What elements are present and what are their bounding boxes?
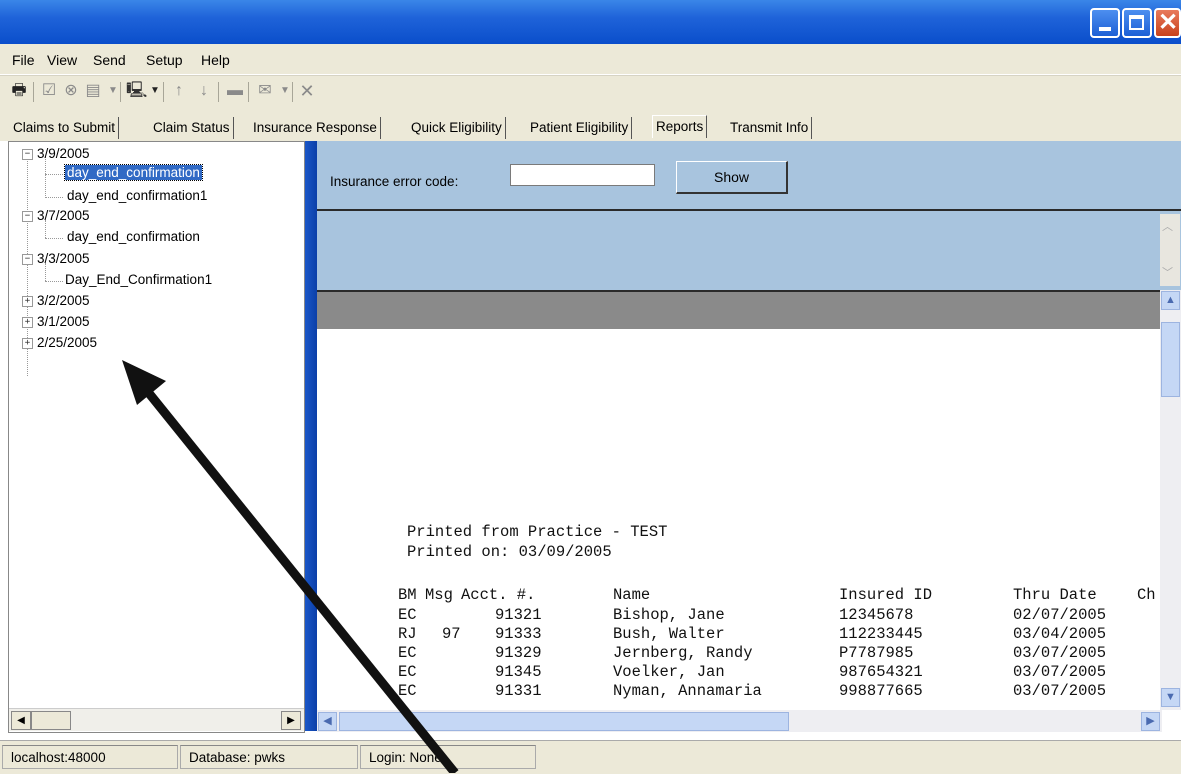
annotation-arrow [122, 360, 459, 773]
arrow-shaft [144, 389, 459, 773]
arrow-head [122, 360, 166, 405]
